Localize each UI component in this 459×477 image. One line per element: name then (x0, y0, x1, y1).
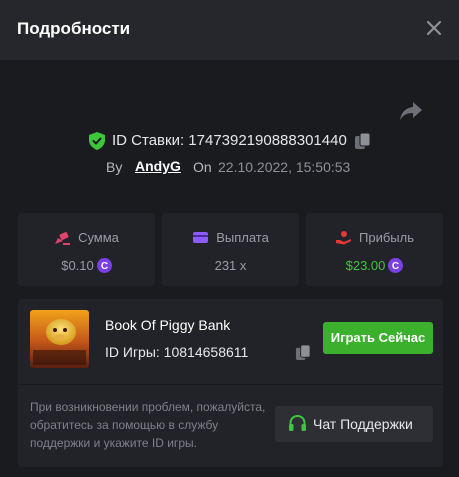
wallet-icon (193, 232, 209, 244)
close-icon[interactable] (425, 19, 443, 37)
stat-value: $23.00 (345, 258, 386, 274)
headset-icon (289, 414, 306, 431)
copy-icon[interactable] (354, 132, 372, 150)
copy-icon[interactable] (295, 344, 312, 361)
stat-label: Сумма (78, 230, 119, 246)
svg-text:C: C (101, 261, 108, 272)
play-now-button[interactable]: Играть Сейчас (323, 322, 433, 354)
bet-id-row: ID Ставки: 1747392190888301440 (0, 130, 459, 152)
support-help-text: При возникновении проблем, пожалуйста, о… (30, 400, 266, 450)
support-button-label: Чат Поддержки (313, 416, 413, 432)
bet-amount-icon (55, 232, 71, 246)
stat-value: $0.10 (61, 258, 94, 274)
stat-card-amount: Сумма $0.10 C (18, 213, 155, 286)
modal-header: Подробности (0, 0, 459, 60)
verified-shield-icon (89, 132, 105, 150)
divider (18, 384, 443, 385)
bet-meta-row: By AndyG On 22.10.2022, 15:50:53 (0, 157, 459, 177)
coin-icon: C (96, 258, 112, 274)
svg-text:C: C (392, 261, 399, 272)
by-label: By (106, 159, 123, 175)
stat-label: Прибыль (359, 230, 414, 246)
game-thumbnail[interactable] (30, 310, 89, 368)
stat-card-payout: Выплата 231 x (162, 213, 299, 286)
profit-hand-icon (336, 231, 351, 245)
modal-title: Подробности (17, 19, 131, 38)
bet-id: ID Ставки: 1747392190888301440 (112, 132, 347, 149)
stat-card-profit: Прибыль $23.00 C (306, 213, 443, 286)
share-icon[interactable] (399, 100, 423, 122)
on-label: On (193, 159, 212, 175)
support-chat-button[interactable]: Чат Поддержки (275, 406, 433, 442)
stat-value: 231 x (214, 258, 247, 274)
game-card: Book Of Piggy Bank ID Игры: 10814658611 … (18, 299, 443, 467)
user-link[interactable]: AndyG (135, 158, 181, 174)
stat-label: Выплата (216, 230, 269, 246)
game-name: Book Of Piggy Bank (105, 317, 231, 333)
coin-icon: C (388, 258, 404, 274)
bet-date: 22.10.2022, 15:50:53 (218, 159, 351, 175)
game-id: ID Игры: 10814658611 (105, 344, 249, 360)
